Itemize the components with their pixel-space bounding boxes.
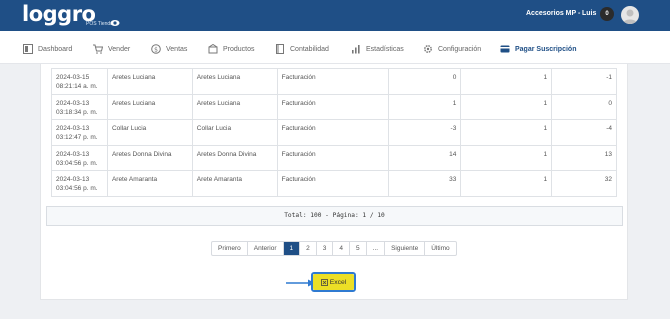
file-excel-icon: [320, 278, 328, 286]
excel-export-button[interactable]: Excel: [313, 274, 354, 290]
stats-icon: [352, 45, 360, 54]
user-avatar-icon: [623, 9, 637, 24]
type-cell: Facturación: [276, 144, 390, 171]
pagination: Primero Anterior 1 2 3 4 5 ... Siguiente…: [211, 241, 457, 256]
nav-item-contabilidad[interactable]: Contabilidad: [275, 44, 329, 54]
variant-cell: Arete Amaranta: [191, 170, 278, 197]
logo[interactable]: loggro: [22, 4, 96, 25]
nav-label: Configuración: [438, 45, 482, 53]
variant-cell: Collar Lucia: [191, 119, 278, 146]
units-cell: 1: [460, 119, 553, 146]
quantity-cell: 14: [388, 144, 462, 171]
nav-item-estadisticas[interactable]: Estadísticas: [351, 44, 404, 54]
cart-icon: [93, 44, 103, 54]
nav-label: Dashboard: [38, 45, 73, 53]
type-cell: Facturación: [276, 119, 390, 146]
company-selector[interactable]: Accesorios MP -: [526, 10, 580, 17]
nav-label: Estadísticas: [366, 45, 404, 53]
table-row: 2024-03-13 03:04:56 p. m. Arete Amaranta …: [51, 170, 617, 197]
table-row: 2024-03-15 08:21:14 a. m. Aretes Luciana …: [51, 68, 617, 95]
book-icon: [276, 44, 284, 54]
page-3-button[interactable]: 3: [317, 242, 334, 255]
difference-cell: -4: [551, 119, 617, 146]
main-nav: Dashboard Vender $ Ventas Productos Cont…: [0, 31, 670, 64]
settings-icon: [424, 45, 432, 53]
date-cell: 2024-03-13 03:12:47 p. m.: [51, 119, 108, 146]
variant-cell: Aretes Luciana: [191, 93, 278, 120]
difference-cell: 32: [551, 170, 617, 197]
quantity-cell: 33: [388, 170, 462, 197]
product-cell: Aretes Luciana: [106, 68, 193, 95]
page-previous-button[interactable]: Anterior: [248, 242, 284, 255]
product-cell: Aretes Donna Divina: [106, 144, 193, 171]
product-cell: Aretes Luciana: [106, 93, 193, 120]
top-header: loggro POS Tienda Accesorios MP - Luis 0: [0, 0, 670, 31]
user-name[interactable]: Luis: [582, 10, 596, 17]
page-4-button[interactable]: 4: [333, 242, 351, 255]
page-first-button[interactable]: Primero: [212, 242, 248, 255]
svg-text:$: $: [154, 46, 158, 53]
card-icon: [500, 45, 510, 53]
avatar[interactable]: [621, 6, 639, 24]
nav-label: Ventas: [166, 45, 188, 53]
table-row: 2024-03-13 03:18:34 p. m. Aretes Luciana …: [51, 93, 617, 120]
page-5-button[interactable]: 5: [350, 242, 367, 255]
nav-label: Contabilidad: [290, 45, 329, 53]
nav-item-dashboard[interactable]: Dashboard: [23, 44, 72, 54]
nav-item-pagar-suscripcion[interactable]: Pagar Suscripción: [500, 44, 576, 54]
type-cell: Facturación: [276, 170, 390, 197]
nav-item-ventas[interactable]: $ Ventas: [151, 44, 187, 54]
type-cell: Facturación: [276, 93, 390, 120]
variant-cell: Aretes Donna Divina: [191, 144, 278, 171]
nav-label: Vender: [108, 45, 131, 53]
dashboard-icon: [23, 44, 33, 54]
date-cell: 2024-03-13 03:04:56 p. m.: [51, 170, 108, 197]
product-cell: Collar Lucia: [106, 119, 193, 146]
table-row: 2024-03-13 03:04:56 p. m. Aretes Donna Di…: [51, 144, 617, 171]
difference-cell: 13: [551, 144, 617, 171]
excel-label: Excel: [329, 278, 347, 286]
date-cell: 2024-03-15 08:21:14 a. m.: [51, 68, 108, 95]
nav-item-productos[interactable]: Productos: [208, 44, 255, 54]
variant-cell: Aretes Luciana: [191, 68, 278, 95]
page-ellipsis[interactable]: ...: [367, 242, 386, 255]
date-cell: 2024-03-13 03:18:34 p. m.: [51, 93, 108, 120]
notification-badge[interactable]: 0: [600, 7, 614, 21]
difference-cell: -1: [551, 68, 617, 95]
page-1-button[interactable]: 1: [283, 242, 301, 255]
product-cell: Arete Amaranta: [106, 170, 193, 197]
inventory-movements-table: 2024-03-15 08:21:14 a. m. Aretes Luciana …: [51, 68, 617, 197]
type-cell: Facturación: [276, 68, 390, 95]
units-cell: 1: [460, 144, 553, 171]
nav-label: Productos: [223, 45, 255, 53]
units-cell: 1: [460, 68, 553, 95]
table-row: 2024-03-13 03:12:47 p. m. Collar Lucia Co…: [51, 119, 617, 146]
logo-subtitle: POS Tienda: [86, 21, 113, 27]
date-cell: 2024-03-13 03:04:56 p. m.: [51, 144, 108, 171]
page-last-button[interactable]: Último: [425, 242, 455, 255]
eye-icon[interactable]: [110, 19, 120, 27]
nav-label: Pagar Suscripción: [515, 45, 577, 53]
quantity-cell: 0: [388, 68, 462, 95]
page-2-button[interactable]: 2: [300, 242, 317, 255]
money-icon: $: [151, 44, 161, 54]
nav-item-vender[interactable]: Vender: [93, 44, 130, 54]
nav-item-configuracion[interactable]: Configuración: [423, 44, 481, 54]
quantity-cell: 1: [388, 93, 462, 120]
page-next-button[interactable]: Siguiente: [385, 242, 426, 255]
quantity-cell: -3: [388, 119, 462, 146]
units-cell: 1: [460, 93, 553, 120]
products-icon: [208, 44, 218, 54]
table-summary: Total: 100 - Página: 1 / 10: [46, 206, 623, 226]
difference-cell: 0: [551, 93, 617, 120]
units-cell: 1: [460, 170, 553, 197]
